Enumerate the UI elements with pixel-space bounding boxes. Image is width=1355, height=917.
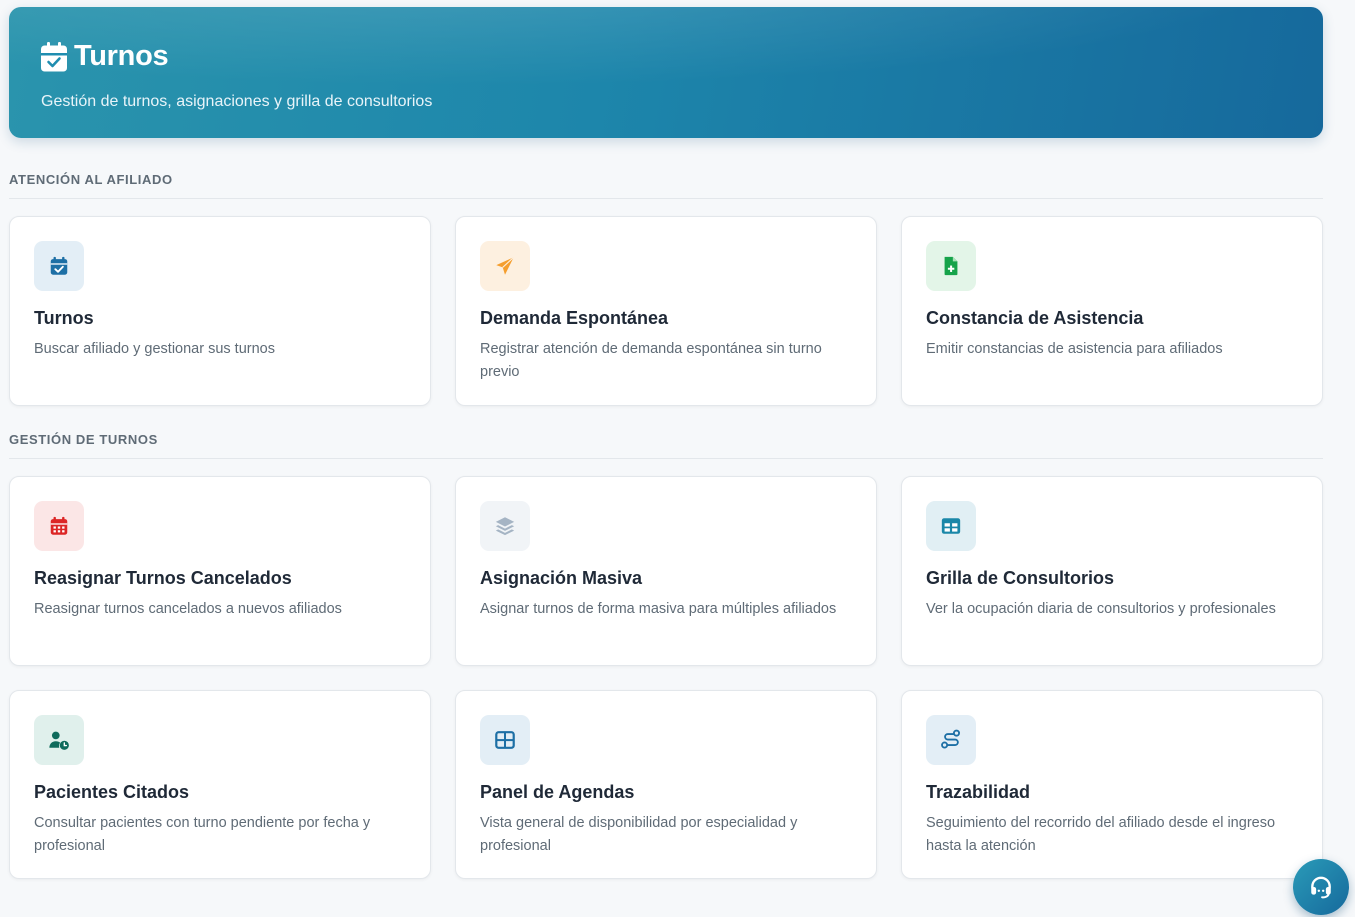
card-icon-box [926, 501, 976, 551]
section-label-gestion: GESTIÓN DE TURNOS [9, 432, 1323, 459]
card-pacientes-citados[interactable]: Pacientes Citados Consultar pacientes co… [9, 690, 431, 879]
card-icon-box [926, 715, 976, 765]
card-title: Pacientes Citados [34, 782, 190, 802]
route-icon [941, 729, 960, 749]
card-turnos[interactable]: Turnos Buscar afiliado y gestionar sus t… [9, 216, 431, 406]
card-title: Panel de Agendas [480, 782, 635, 802]
page-subtitle: Gestión de turnos, asignaciones y grilla… [41, 93, 433, 110]
card-description: Asignar turnos de forma masiva para múlt… [480, 601, 837, 617]
page-header: Turnos Gestión de turnos, asignaciones y… [9, 7, 1323, 138]
card-description: Reasignar turnos cancelados a nuevos afi… [34, 601, 342, 617]
page-title-row: Turnos [41, 40, 169, 73]
card-icon-box [34, 715, 84, 765]
card-title: Turnos [34, 308, 94, 328]
user-clock-icon [49, 731, 69, 750]
card-description: Seguimiento del recorrido del afiliado d… [926, 815, 1276, 854]
card-reasignar-turnos-cancelados[interactable]: Reasignar Turnos Cancelados Reasignar tu… [9, 476, 431, 666]
file-medical-icon [944, 256, 958, 276]
calendar-check-icon [41, 41, 67, 71]
calendar-check-icon [50, 256, 68, 275]
page: Turnos Gestión de turnos, asignaciones y… [0, 0, 1355, 917]
card-description: Registrar atención de demanda espontánea… [480, 341, 822, 380]
paper-plane-icon [496, 256, 515, 275]
card-description: Vista general de disponibilidad por espe… [480, 815, 798, 854]
table-icon [941, 518, 961, 534]
card-trazabilidad[interactable]: Trazabilidad Seguimiento del recorrido d… [901, 690, 1323, 879]
card-description: Consultar pacientes con turno pendiente … [34, 815, 371, 854]
card-description: Emitir constancias de asistencia para af… [926, 341, 1223, 357]
help-support-button[interactable] [1293, 859, 1349, 915]
card-icon-box [480, 241, 530, 291]
card-icon-box [480, 501, 530, 551]
card-description: Buscar afiliado y gestionar sus turnos [34, 341, 275, 357]
card-description: Ver la ocupación diaria de consultorios … [926, 601, 1276, 617]
card-panel-agendas[interactable]: Panel de Agendas Vista general de dispon… [455, 690, 877, 879]
card-title: Trazabilidad [926, 782, 1031, 802]
card-demanda-espontanea[interactable]: Demanda Espontánea Registrar atención de… [455, 216, 877, 406]
card-icon-box [926, 241, 976, 291]
card-asignacion-masiva[interactable]: Asignación Masiva Asignar turnos de form… [455, 476, 877, 666]
card-icon-box [34, 501, 84, 551]
calendar-grid-icon [50, 516, 68, 535]
table-cells-icon [495, 731, 515, 749]
layers-icon [495, 517, 515, 536]
section-label-atencion: ATENCIÓN AL AFILIADO [9, 172, 1323, 199]
card-icon-box [480, 715, 530, 765]
card-title: Grilla de Consultorios [926, 568, 1115, 588]
card-title: Constancia de Asistencia [926, 308, 1144, 328]
card-icon-box [34, 241, 84, 291]
card-title: Asignación Masiva [480, 568, 643, 588]
card-grilla-consultorios[interactable]: Grilla de Consultorios Ver la ocupación … [901, 476, 1323, 666]
card-title: Demanda Espontánea [480, 308, 669, 328]
headset-icon [1311, 876, 1331, 899]
card-constancia-asistencia[interactable]: Constancia de Asistencia Emitir constanc… [901, 216, 1323, 406]
card-title: Reasignar Turnos Cancelados [34, 568, 292, 588]
page-title: Turnos [74, 40, 169, 72]
